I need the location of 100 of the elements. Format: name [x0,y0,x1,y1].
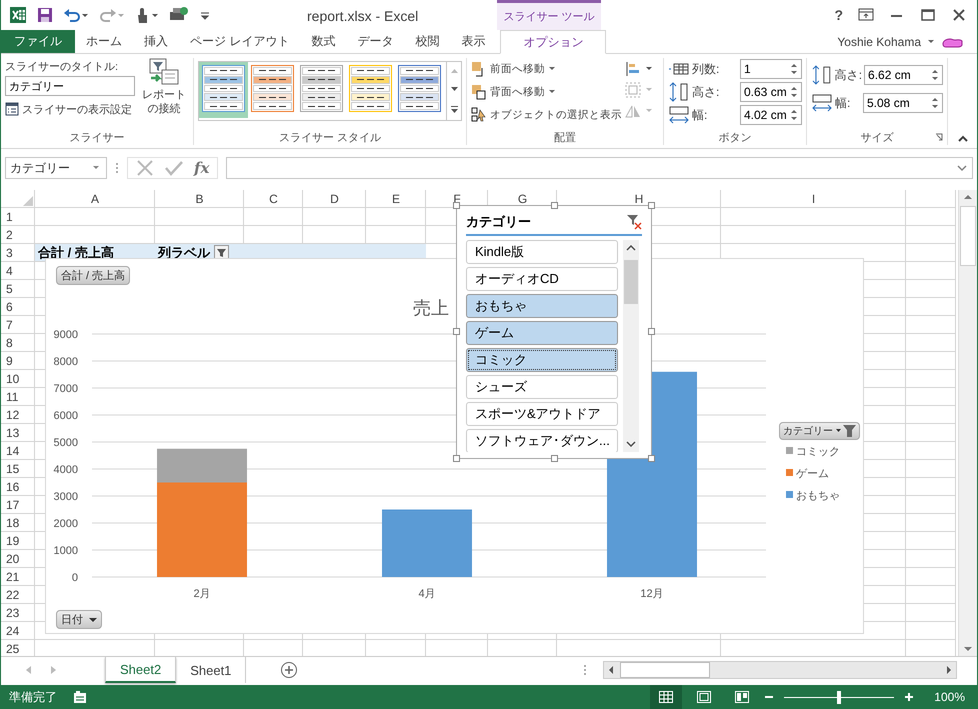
selection-handle[interactable] [453,455,460,462]
scroll-thumb[interactable] [620,662,710,678]
user-name[interactable]: Yoshie Kohama [837,34,921,48]
scrollbar[interactable] [623,240,639,452]
column-header[interactable]: H [557,190,721,208]
row-header[interactable]: 14 [1,442,35,460]
row-header[interactable]: 10 [1,370,35,388]
spinner-arrows-icon[interactable] [931,67,939,83]
column-header[interactable]: E [366,190,426,208]
dialog-launcher-icon[interactable] [935,133,943,141]
filter-button-icon[interactable] [214,245,229,260]
row-header[interactable]: 24 [1,622,35,640]
slicer-item[interactable]: スポーツ&アウトドア [466,402,618,426]
zoom-level[interactable]: 100% [934,690,965,704]
formula-field[interactable] [226,157,973,179]
spin-field[interactable]: 4.02 cm [740,105,802,125]
selection-handle[interactable] [453,328,460,335]
scroll-down-icon[interactable] [626,441,636,447]
scroll-thumb[interactable] [624,260,638,304]
arrange-button[interactable]: オブジェクトの選択と表示 [471,104,625,126]
caption-field[interactable]: カテゴリー [5,76,135,96]
row-header[interactable]: 9 [1,352,35,370]
column-header[interactable]: C [244,190,303,208]
settings-button[interactable]: スライサーの表示設定 [5,98,135,120]
ribbon-tab[interactable]: 校閲 [404,30,450,53]
row-header[interactable]: 23 [1,604,35,622]
row-header[interactable]: 8 [1,334,35,352]
expand-icon[interactable] [956,164,968,172]
spinner-arrows-icon[interactable] [931,95,939,111]
spin-field[interactable]: 0.63 cm [740,82,802,102]
slicer-item[interactable]: コミック [466,348,618,372]
touch-icon[interactable] [135,6,159,24]
column-header[interactable]: G [488,190,557,208]
ribbon-display-icon[interactable] [858,8,874,22]
ribbon-tab[interactable]: データ [346,30,404,53]
vertical-scrollbar[interactable] [958,190,977,656]
scroll-up-icon[interactable] [626,245,636,251]
spinner-arrows-icon[interactable] [790,107,798,123]
row-header[interactable]: 25 [1,640,35,656]
scroll-left-icon[interactable] [609,666,613,674]
row-header[interactable]: 19 [1,532,35,550]
ribbon-tab[interactable]: 表示 [450,30,496,53]
insert-function-button[interactable]: fx [194,159,210,177]
slicer-item[interactable]: オーディオCD [466,267,618,291]
row-header[interactable]: 11 [1,388,35,406]
add-sheet-icon[interactable] [280,661,298,679]
horizontal-scrollbar[interactable] [603,661,957,679]
arrange-button[interactable]: 背面へ移動 [471,81,625,103]
spin-field[interactable]: 1 [740,59,802,79]
slicer-item[interactable]: ソフトウェア･ダウン... [466,429,618,452]
spin-field[interactable]: 6.62 cm [864,65,943,85]
more-styles-icon[interactable] [450,106,458,113]
selection-handle[interactable] [453,202,460,209]
ribbon-tab[interactable]: 数式 [300,30,346,53]
selection-handle[interactable] [648,202,655,209]
slicer-item[interactable]: おもちゃ [466,294,618,318]
row-header[interactable]: 15 [1,460,35,478]
spin-field[interactable]: 5.08 cm [863,93,943,113]
scroll-down-icon[interactable] [964,647,972,651]
grip-icon[interactable] [583,663,587,677]
scroll-thumb[interactable] [960,206,976,266]
dropdown-icon[interactable] [92,165,100,171]
ribbon-tab[interactable]: 挿入 [133,30,179,53]
zoom-thumb[interactable] [837,690,842,704]
column-header[interactable]: I [721,190,906,208]
scroll-right-icon[interactable] [947,666,951,674]
arrange-tool[interactable] [625,61,653,77]
row-header[interactable]: 21 [1,568,35,586]
undo-icon[interactable] [63,7,89,23]
selection-handle[interactable] [551,455,558,462]
spinner-arrows-icon[interactable] [790,84,798,100]
scroll-up-icon[interactable] [964,195,972,199]
save-icon[interactable] [37,7,53,23]
collapse-ribbon-icon[interactable] [957,134,969,142]
selection-handle[interactable] [648,328,655,335]
selection-handle[interactable] [648,455,655,462]
slicer-item[interactable]: シューズ [466,375,618,399]
row-header[interactable]: 17 [1,496,35,514]
row-header[interactable]: 12 [1,406,35,424]
sheet-tab[interactable]: Sheet2 [105,657,176,683]
report-connections-button[interactable]: レポートの接続 [139,58,189,130]
slicer-style[interactable] [199,62,248,118]
row-header[interactable]: 3 [1,244,35,262]
maximize-icon[interactable] [920,8,936,22]
row-header[interactable]: 22 [1,586,35,604]
row-header[interactable]: 7 [1,316,35,334]
row-header[interactable]: 13 [1,424,35,442]
avatar-icon[interactable] [941,36,965,48]
row-header[interactable]: 4 [1,262,35,280]
row-header[interactable]: 20 [1,550,35,568]
zoom-in-icon[interactable] [904,692,914,702]
row-header[interactable]: 2 [1,226,35,244]
row-header[interactable]: 6 [1,298,35,316]
sheet-tab[interactable]: Sheet1 [176,657,246,683]
clear-filter-icon[interactable] [626,214,642,230]
axis-field-button[interactable]: 日付 [56,610,102,629]
app-icon[interactable] [9,6,27,24]
column-header[interactable]: D [303,190,366,208]
row-header[interactable]: 16 [1,478,35,496]
legend-field-button[interactable]: カテゴリー [779,422,860,440]
